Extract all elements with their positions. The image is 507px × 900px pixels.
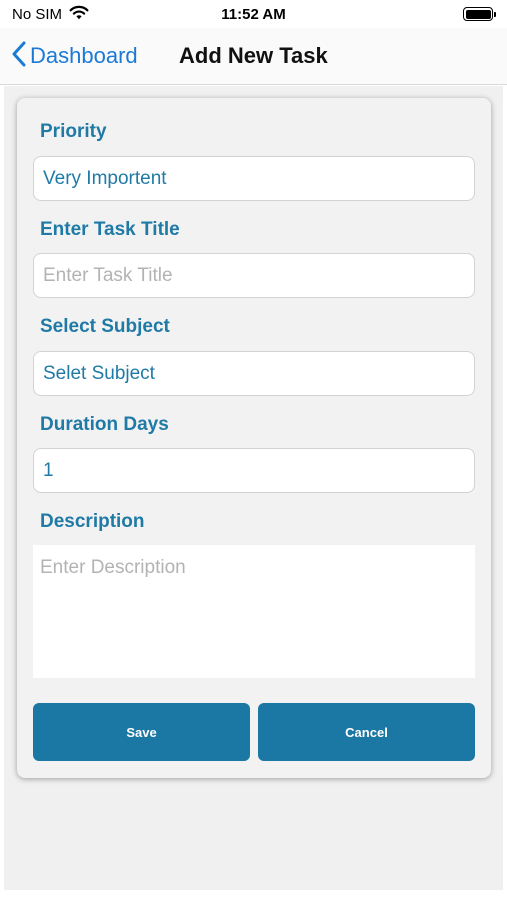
- subject-select[interactable]: Selet Subject: [33, 351, 475, 396]
- duration-input[interactable]: 1: [33, 448, 475, 493]
- chevron-left-icon: [12, 41, 26, 72]
- navigation-bar: Dashboard Add New Task: [0, 28, 507, 85]
- battery-icon: [463, 7, 496, 21]
- subject-label: Select Subject: [40, 316, 170, 337]
- description-textarea[interactable]: Enter Description: [33, 545, 475, 678]
- task-title-label: Enter Task Title: [40, 219, 180, 240]
- screen: No SIM 11:52 AM Dashboard Add New Task P…: [0, 0, 507, 900]
- page-title: Add New Task: [179, 43, 328, 68]
- status-bar: No SIM 11:52 AM: [0, 0, 507, 28]
- wifi-icon: [69, 5, 89, 24]
- duration-label: Duration Days: [40, 414, 169, 435]
- cancel-button[interactable]: Cancel: [258, 703, 475, 761]
- task-form-card: Priority Very Importent Enter Task Title…: [17, 98, 491, 778]
- description-label: Description: [40, 511, 145, 532]
- battery-fill: [465, 9, 491, 19]
- priority-field[interactable]: Very Importent: [33, 156, 475, 201]
- status-left: No SIM: [12, 5, 89, 24]
- task-title-input[interactable]: Enter Task Title: [33, 253, 475, 298]
- save-button[interactable]: Save: [33, 703, 250, 761]
- back-button[interactable]: Dashboard: [12, 40, 138, 72]
- back-label: Dashboard: [30, 43, 138, 68]
- carrier-label: No SIM: [12, 5, 63, 23]
- priority-label: Priority: [40, 121, 107, 142]
